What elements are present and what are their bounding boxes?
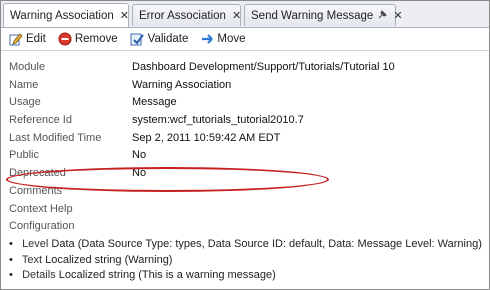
configuration-value: Localized string (This is a warning mess… bbox=[58, 269, 276, 281]
remove-label: Remove bbox=[74, 33, 118, 45]
tab-warning-association[interactable]: Warning Association ✕ bbox=[3, 3, 129, 27]
remove-icon bbox=[58, 32, 72, 46]
bullet-icon: • bbox=[9, 238, 13, 250]
property-key: Module bbox=[9, 61, 46, 73]
tab-bar: Warning Association ✕ Error Association … bbox=[1, 1, 489, 28]
configuration-list: • Level Data (Data Source Type: types, D… bbox=[9, 237, 484, 284]
property-value: Dashboard Development/Support/Tutorials/… bbox=[132, 61, 395, 73]
property-value: Warning Association bbox=[132, 78, 232, 91]
property-row-public: Public No bbox=[9, 147, 479, 165]
property-row-module: Module Dashboard Development/Support/Tut… bbox=[9, 59, 479, 77]
toolbar: Edit Remove Validate Move bbox=[1, 28, 489, 51]
property-key: Configuration bbox=[9, 220, 75, 233]
configuration-key: Details bbox=[22, 269, 56, 281]
move-label: Move bbox=[217, 33, 246, 45]
validate-button[interactable]: Validate bbox=[130, 32, 189, 46]
property-row-deprecated: Deprecated No bbox=[9, 165, 479, 183]
property-key: Reference Id bbox=[9, 114, 72, 127]
property-row-usage: Usage Message bbox=[9, 94, 479, 112]
move-button[interactable]: Move bbox=[200, 32, 246, 46]
property-list: Module Dashboard Development/Support/Tut… bbox=[6, 59, 479, 236]
close-icon[interactable]: ✕ bbox=[232, 9, 241, 22]
property-value: Sep 2, 2011 10:59:42 AM EDT bbox=[132, 131, 281, 144]
property-key: Comments bbox=[9, 184, 63, 197]
property-key: Last Modified Time bbox=[9, 131, 102, 144]
property-row-context-help: Context Help bbox=[9, 201, 479, 219]
property-value: No bbox=[132, 167, 147, 180]
property-row-comments: Comments bbox=[9, 183, 479, 201]
property-row-last-modified: Last Modified Time Sep 2, 2011 10:59:42 … bbox=[9, 130, 479, 148]
property-row-reference-id: Reference Id system:wcf_tutorials_tutori… bbox=[9, 112, 479, 130]
configuration-item: • Level Data (Data Source Type: types, D… bbox=[9, 237, 484, 253]
property-key: Deprecated bbox=[9, 167, 66, 180]
configuration-key: Text bbox=[21, 253, 43, 266]
property-value: No bbox=[132, 149, 147, 162]
validate-icon bbox=[130, 33, 144, 46]
bullet-icon: • bbox=[9, 269, 13, 281]
properties-panel: Warning Association ✕ Error Association … bbox=[0, 0, 490, 290]
property-key: Context Help bbox=[9, 202, 73, 215]
tab-label: Send Warning Message bbox=[251, 9, 374, 22]
close-icon[interactable]: ✕ bbox=[393, 9, 402, 22]
configuration-item: • Text Localized string (Warning) bbox=[9, 253, 484, 269]
close-icon[interactable]: ✕ bbox=[120, 9, 129, 22]
move-icon bbox=[202, 34, 214, 44]
validate-label: Validate bbox=[147, 33, 189, 45]
property-value: system:wcf_tutorials_tutorial2010.7 bbox=[132, 114, 304, 127]
edit-label: Edit bbox=[26, 33, 46, 45]
property-row-name: Name Warning Association bbox=[9, 77, 479, 95]
configuration-key: Level bbox=[22, 238, 49, 250]
property-row-configuration: Configuration bbox=[9, 218, 479, 236]
property-key: Usage bbox=[9, 96, 41, 109]
remove-button[interactable]: Remove bbox=[58, 32, 118, 46]
configuration-item: • Details Localized string (This is a wa… bbox=[9, 268, 484, 284]
tab-send-warning-message[interactable]: Send Warning Message ✕ bbox=[244, 4, 403, 26]
tab-label: Warning Association bbox=[10, 9, 114, 22]
edit-icon bbox=[9, 33, 23, 46]
property-value: Message bbox=[132, 96, 177, 109]
property-key: Public bbox=[9, 149, 39, 162]
configuration-value: Localized string (Warning) bbox=[45, 253, 173, 266]
property-key: Name bbox=[9, 78, 39, 91]
bullet-icon: • bbox=[9, 253, 13, 266]
tab-label: Error Association bbox=[139, 9, 226, 22]
edit-button[interactable]: Edit bbox=[9, 32, 46, 46]
tab-error-association[interactable]: Error Association ✕ bbox=[132, 4, 241, 26]
pin-icon[interactable] bbox=[378, 9, 388, 22]
configuration-value: Data (Data Source Type: types, Data Sour… bbox=[51, 238, 482, 250]
